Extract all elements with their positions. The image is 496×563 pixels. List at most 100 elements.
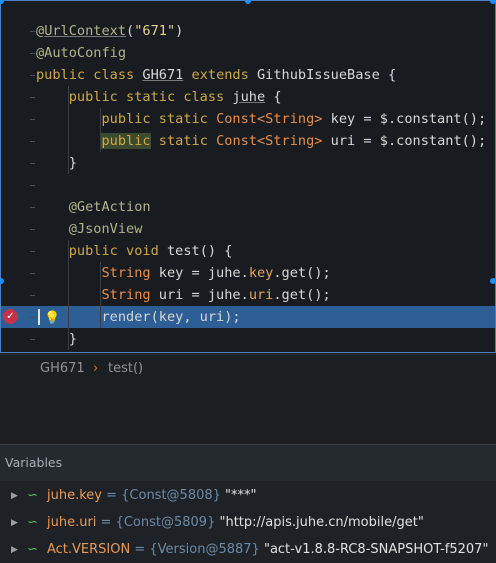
- code-token: key =: [322, 111, 380, 127]
- code-text: public static class juhe {: [36, 86, 282, 108]
- indent-guide: [68, 86, 69, 174]
- variable-reference: = {Const@5809}: [96, 515, 220, 530]
- code-token: UrlContext: [44, 23, 127, 39]
- code-line[interactable]: }: [0, 152, 496, 174]
- gutter-marker: [30, 251, 35, 252]
- code-token: Const<String>: [216, 111, 323, 127]
- code-text: }: [36, 152, 77, 174]
- gutter-marker: [30, 75, 35, 76]
- resize-handle[interactable]: [245, 0, 251, 4]
- variable-name: juhe.uri = {Const@5809} "http://apis.juh…: [47, 510, 424, 536]
- variable-name-text: juhe.uri: [47, 515, 97, 530]
- gutter-marker: [30, 163, 35, 164]
- gutter-marker: [30, 119, 35, 120]
- variable-value: "act-v1.8.8-RC8-SNAPSHOT-f5207": [263, 542, 489, 557]
- code-token: @JsonView: [36, 221, 143, 237]
- gutter-marker: [30, 31, 35, 32]
- code-token: public static class: [36, 89, 233, 105]
- code-token: uri: [248, 287, 274, 303]
- variable-row[interactable]: ▶ ∽ juhe.key = {Const@5808} "***": [0, 483, 496, 509]
- code-token: key: [248, 265, 274, 281]
- code-line[interactable]: String uri = juhe.uri.get();: [0, 284, 496, 306]
- indent-guide: [100, 262, 101, 328]
- code-text: }: [36, 328, 77, 350]
- code-token: static: [150, 133, 217, 149]
- breakpoint-icon[interactable]: ✓: [3, 309, 18, 324]
- code-token: render(key, uri);: [36, 309, 241, 325]
- code-line[interactable]: public static Const<String> uri = $.cons…: [0, 130, 496, 152]
- code-line[interactable]: @AutoConfig: [0, 42, 496, 64]
- code-token: () {: [199, 243, 233, 259]
- code-text: render(key, uri);: [36, 306, 241, 328]
- code-token: public: [101, 133, 151, 149]
- code-line[interactable]: public void test() {: [0, 240, 496, 262]
- variable-name: Act.VERSION = {Version@5887} "act-v1.8.8…: [47, 537, 488, 563]
- variable-name: juhe.key = {Const@5808} "***": [47, 483, 257, 509]
- code-token: uri =: [158, 287, 208, 303]
- gutter-marker: [30, 317, 35, 318]
- gutter-marker: [30, 141, 35, 142]
- gutter-marker: [30, 185, 35, 186]
- code-line[interactable]: public class GH671 extends GithubIssueBa…: [0, 64, 496, 86]
- expand-arrow-icon[interactable]: ▶: [11, 510, 18, 536]
- resize-handle[interactable]: [490, 0, 496, 4]
- code-token: .constant();: [387, 133, 487, 149]
- variable-reference: = {Const@5808}: [101, 488, 226, 503]
- code-line[interactable]: @GetAction: [0, 196, 496, 218]
- code-token: String: [36, 287, 159, 303]
- variable-reference: = {Version@5887}: [130, 542, 264, 557]
- code-line[interactable]: }: [0, 328, 496, 350]
- code-line[interactable]: @UrlContext("671"): [0, 20, 496, 42]
- code-token: @: [36, 23, 45, 39]
- code-line[interactable]: String key = juhe.key.get();: [0, 262, 496, 284]
- breadcrumb-class[interactable]: GH671: [40, 355, 85, 382]
- code-token: }: [36, 331, 77, 347]
- expand-arrow-icon[interactable]: ▶: [11, 483, 18, 509]
- variable-icon: ∽: [27, 515, 38, 530]
- code-line[interactable]: public static class juhe {: [0, 86, 496, 108]
- code-token: ): [175, 23, 184, 39]
- code-line[interactable]: public static Const<String> key = $.cons…: [0, 108, 496, 130]
- gutter-marker: [30, 295, 35, 296]
- variables-list: ▶ ∽ juhe.key = {Const@5808} "***" ▶ ∽ juhe.ur…: [0, 481, 496, 563]
- code-token: @AutoConfig: [36, 45, 127, 61]
- gutter-marker: [30, 207, 35, 208]
- code-editor[interactable]: @UrlContext("671") @AutoConfig public clas…: [0, 0, 496, 353]
- indent-guide: [100, 108, 101, 152]
- resize-handle[interactable]: [0, 0, 4, 4]
- code-token: .constant();: [387, 111, 487, 127]
- code-token: public class: [36, 67, 143, 83]
- code-text: public static Const<String> uri = $.cons…: [36, 130, 486, 152]
- code-token: .get();: [273, 287, 331, 303]
- code-token: juhe: [232, 89, 266, 105]
- variable-row[interactable]: ▶ ∽ Act.VERSION = {Version@5887} "act-v1.8…: [0, 537, 496, 563]
- expand-arrow-icon[interactable]: ▶: [11, 537, 18, 563]
- code-text: String key = juhe.key.get();: [36, 262, 331, 284]
- variable-row[interactable]: ▶ ∽ juhe.uri = {Const@5809} "http://apis.j…: [0, 510, 496, 536]
- variables-panel-header: Variables: [0, 444, 496, 481]
- lightbulb-icon[interactable]: 💡: [44, 308, 60, 330]
- code-token: public void: [36, 243, 167, 259]
- code-token: (: [126, 23, 135, 39]
- code-token: .: [240, 287, 249, 303]
- code-token: .get();: [273, 265, 331, 281]
- code-line[interactable]: @JsonView: [0, 218, 496, 240]
- code-token: {: [265, 89, 282, 105]
- text-caret: [38, 309, 40, 325]
- code-token: key =: [158, 265, 208, 281]
- indent-guide: [68, 240, 69, 350]
- code-text: public void test() {: [36, 240, 233, 262]
- code-token: $: [379, 133, 388, 149]
- variable-value: "http://apis.juhe.cn/mobile/get": [219, 515, 424, 530]
- code-text: @UrlContext("671"): [36, 20, 183, 42]
- breadcrumb-method[interactable]: test(): [108, 355, 143, 382]
- code-line[interactable]: [0, 174, 496, 196]
- variable-icon: ∽: [27, 542, 38, 557]
- code-token: String: [36, 265, 159, 281]
- gutter-marker: [30, 273, 35, 274]
- resize-handle[interactable]: [490, 278, 496, 284]
- code-text: String uri = juhe.uri.get();: [36, 284, 331, 306]
- code-token: GithubIssueBase: [257, 67, 380, 83]
- variable-value: "***": [225, 488, 257, 503]
- code-line[interactable]: render(key, uri); ✓ 💡: [0, 306, 496, 328]
